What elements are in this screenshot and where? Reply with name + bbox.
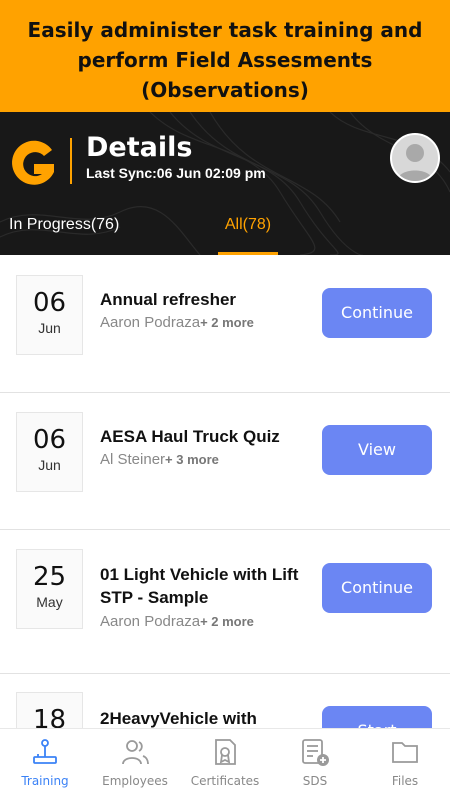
assignee-name: Aaron Podraza bbox=[100, 314, 201, 331]
people-icon bbox=[122, 740, 149, 765]
view-button[interactable]: View bbox=[322, 425, 432, 475]
assignee-more: + 2 more bbox=[200, 315, 254, 330]
folder-icon bbox=[392, 742, 418, 763]
tab-in-progress[interactable]: In Progress(76) bbox=[9, 210, 119, 255]
nav-files-label: Files bbox=[391, 774, 419, 788]
bottom-navigation: Training Employees Certificates SDS File… bbox=[0, 728, 450, 800]
item-assignee: Al Steiner+ 3 more bbox=[100, 451, 219, 468]
tab-all[interactable]: All(78) bbox=[218, 210, 278, 255]
nav-training-label: Training bbox=[21, 774, 69, 788]
list-item[interactable]: 18 2HeavyVehicle with Start bbox=[0, 674, 450, 728]
assignee-name: Al Steiner bbox=[100, 451, 166, 468]
item-title: 2HeavyVehicle with bbox=[100, 709, 257, 728]
sds-document-icon bbox=[302, 739, 329, 766]
list-item[interactable]: 06 Jun Annual refresher Aaron Podraza+ 2… bbox=[0, 255, 450, 393]
assignee-more: + 2 more bbox=[200, 614, 254, 629]
nav-certificates-label: Certificates bbox=[190, 774, 260, 788]
date-badge: 25 May bbox=[16, 549, 83, 629]
date-day: 18 bbox=[32, 705, 67, 728]
assignee-more: + 3 more bbox=[165, 452, 219, 467]
date-badge: 06 Jun bbox=[16, 412, 83, 492]
date-day: 06 bbox=[32, 425, 67, 455]
date-badge: 18 bbox=[16, 692, 83, 728]
date-day: 06 bbox=[32, 288, 67, 318]
training-list: 06 Jun Annual refresher Aaron Podraza+ 2… bbox=[0, 255, 450, 728]
item-title: 01 Light Vehicle with Lift STP - Sample bbox=[100, 565, 299, 607]
date-badge: 06 Jun bbox=[16, 275, 83, 355]
user-avatar-icon[interactable] bbox=[390, 133, 440, 183]
page-title: Details bbox=[86, 132, 193, 163]
promo-banner-text: Easily administer task training and perf… bbox=[27, 18, 423, 102]
list-item[interactable]: 25 May 01 Light Vehicle with Lift STP - … bbox=[0, 530, 450, 674]
nav-employees-label: Employees bbox=[102, 774, 168, 788]
date-month: Jun bbox=[38, 457, 61, 473]
app-header: Details Last Sync:06 Jun 02:09 pm In Pro… bbox=[0, 112, 450, 255]
item-assignee: Aaron Podraza+ 2 more bbox=[100, 613, 254, 630]
item-title: Annual refresher bbox=[100, 290, 237, 309]
app-logo-icon bbox=[12, 140, 54, 185]
joystick-icon bbox=[33, 739, 57, 764]
nav-certificates[interactable]: Certificates bbox=[180, 729, 270, 800]
start-button[interactable]: Start bbox=[322, 706, 432, 728]
logo-divider bbox=[70, 138, 72, 184]
date-month: Jun bbox=[38, 320, 61, 336]
assignee-name: Aaron Podraza bbox=[100, 613, 201, 630]
date-day: 25 bbox=[32, 562, 67, 592]
continue-button[interactable]: Continue bbox=[322, 563, 432, 613]
nav-employees[interactable]: Employees bbox=[90, 729, 180, 800]
last-sync-text: Last Sync:06 Jun 02:09 pm bbox=[86, 165, 266, 181]
item-assignee: Aaron Podraza+ 2 more bbox=[100, 314, 254, 331]
list-item[interactable]: 06 Jun AESA Haul Truck Quiz Al Steiner+ … bbox=[0, 393, 450, 530]
certificate-icon bbox=[215, 739, 236, 765]
nav-files[interactable]: Files bbox=[360, 729, 450, 800]
nav-training[interactable]: Training bbox=[0, 729, 90, 800]
promo-banner: Easily administer task training and perf… bbox=[0, 0, 450, 112]
item-title: AESA Haul Truck Quiz bbox=[100, 427, 280, 446]
nav-sds[interactable]: SDS bbox=[270, 729, 360, 800]
nav-sds-label: SDS bbox=[302, 774, 328, 788]
continue-button[interactable]: Continue bbox=[322, 288, 432, 338]
date-month: May bbox=[36, 594, 63, 610]
